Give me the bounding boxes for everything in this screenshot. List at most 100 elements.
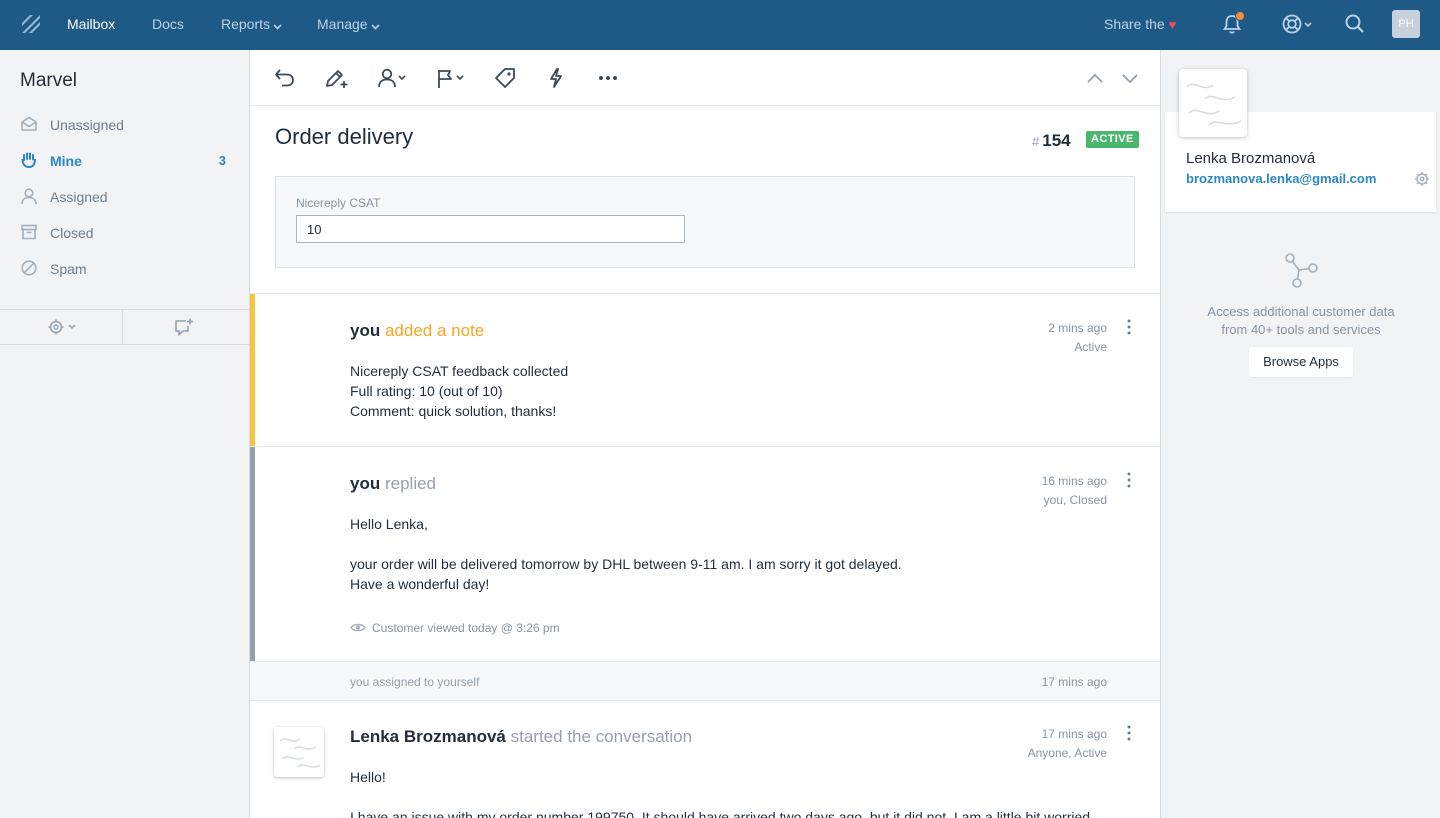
logo-icon[interactable] <box>20 13 42 35</box>
browse-apps-button[interactable]: Browse Apps <box>1249 347 1353 377</box>
customer-avatar[interactable] <box>1179 69 1247 137</box>
more-vertical-icon[interactable] <box>1122 724 1136 742</box>
nav-docs[interactable]: Docs <box>152 16 184 32</box>
thread-time: 17 mins ago <box>1041 727 1107 741</box>
notification-dot <box>1235 11 1245 21</box>
user-avatar[interactable]: PH <box>1392 10 1420 38</box>
chevron-down-icon <box>273 17 282 33</box>
viewed-text: Customer viewed today @ 3:26 pm <box>372 621 560 635</box>
customer-email[interactable]: brozmanova.lenka@gmail.com <box>1186 171 1376 186</box>
settings-icon[interactable] <box>1414 171 1430 192</box>
thread-line: Full rating: 10 (out of 10) <box>350 383 503 399</box>
thread-line: your order will be delivered tomorrow by… <box>350 556 902 572</box>
nav-mailbox[interactable]: Mailbox <box>67 16 115 32</box>
conversation-toolbar <box>250 50 1160 106</box>
nav-reports[interactable]: Reports <box>221 16 282 33</box>
folder-label: Assigned <box>50 189 108 205</box>
hand-icon <box>20 151 38 169</box>
thread-author: you <box>350 321 381 340</box>
thread-author: you <box>350 474 381 493</box>
folder-label: Spam <box>50 261 87 277</box>
status-badge[interactable]: ACTIVE <box>1086 131 1139 148</box>
thread-line: Comment: quick solution, thanks! <box>350 403 557 419</box>
workflow-bolt-icon[interactable] <box>547 67 565 94</box>
search-icon[interactable] <box>1344 13 1366 40</box>
assign-person-icon[interactable] <box>377 67 409 94</box>
viewed-indicator: Customer viewed today @ 3:26 pm <box>350 621 560 636</box>
apps-integration-icon <box>1283 252 1321 295</box>
thread-customer: Lenka Brozmanová started the conversatio… <box>250 700 1160 818</box>
ban-icon <box>20 259 38 277</box>
folder-assigned[interactable]: Assigned <box>20 187 230 211</box>
folder-unassigned[interactable]: Unassigned <box>20 115 230 139</box>
custom-fields-box: Nicereply CSAT <box>275 176 1135 268</box>
new-conversation-icon[interactable] <box>174 318 194 341</box>
thread-accent-bar <box>250 294 255 447</box>
customer-sidebar: Lenka Brozmanová brozmanova.lenka@gmail.… <box>1160 50 1440 818</box>
apps-promo-text: Access additional customer data from 40+… <box>1161 303 1440 339</box>
thread-time: 2 mins ago <box>1048 321 1107 335</box>
tag-icon[interactable] <box>494 67 516 94</box>
thread-state: Active <box>1074 340 1107 354</box>
line-item-text: you assigned to yourself <box>350 675 480 689</box>
folder-count-badge: 3 <box>218 153 226 168</box>
thread-body: Hello Lenka, your order will be delivere… <box>350 514 902 594</box>
thread-line: Have a wonderful day! <box>350 576 490 592</box>
apps-promo-line: Access additional customer data <box>1207 304 1395 319</box>
thread-line: Hello Lenka, <box>350 516 428 532</box>
thread-header: you added a note <box>350 321 484 341</box>
thread-reply: you replied 16 mins ago you, Closed Hell… <box>250 446 1160 662</box>
person-icon <box>20 187 38 205</box>
thread-body: Nicereply CSAT feedback collected Full r… <box>350 361 568 421</box>
conversation-main: Order delivery #154 ACTIVE Nicereply CSA… <box>250 50 1160 818</box>
next-icon[interactable] <box>1121 67 1139 94</box>
custom-field-label: Nicereply CSAT <box>296 196 381 210</box>
settings-icon[interactable] <box>48 319 78 340</box>
ticket-number-value: 154 <box>1042 131 1071 150</box>
thread-time: 16 mins ago <box>1041 474 1107 488</box>
folder-closed[interactable]: Closed <box>20 223 230 247</box>
prev-icon[interactable] <box>1086 67 1104 94</box>
share-label: Share the <box>1104 16 1165 32</box>
mailbox-name[interactable]: Marvel <box>20 70 77 92</box>
folder-label: Unassigned <box>50 117 124 133</box>
note-pen-icon[interactable] <box>324 67 350 94</box>
customer-avatar[interactable] <box>274 727 324 777</box>
sidebar-tools <box>0 309 249 345</box>
thread-author[interactable]: Lenka Brozmanová <box>350 727 506 746</box>
folder-spam[interactable]: Spam <box>20 259 230 283</box>
mailbox-sidebar: Marvel Unassigned Mine 3 Assigned Closed… <box>0 50 250 818</box>
folder-mine[interactable]: Mine 3 <box>20 151 230 175</box>
thread-line: Nicereply CSAT feedback collected <box>350 363 569 379</box>
more-icon[interactable] <box>598 67 618 94</box>
undo-icon[interactable] <box>274 67 296 94</box>
thread-body: Hello! I have an issue with my order num… <box>350 767 1090 818</box>
ticket-hash: # <box>1032 134 1040 149</box>
share-link[interactable]: Share the ♥ <box>1104 16 1176 32</box>
top-navigation-bar: Mailbox Docs Reports Manage Share the ♥ … <box>0 0 1440 50</box>
thread-line: Hello! <box>350 769 386 785</box>
divider <box>122 310 123 344</box>
thread-action: added a note <box>384 321 485 340</box>
line-item-time: 17 mins ago <box>1041 675 1107 689</box>
thread-line: I have an issue with my order number 199… <box>350 809 1091 818</box>
more-vertical-icon[interactable] <box>1122 471 1136 489</box>
thread-header: Lenka Brozmanová started the conversatio… <box>350 727 692 747</box>
help-icon[interactable] <box>1282 13 1314 40</box>
folder-label: Mine <box>50 153 82 169</box>
nav-manage[interactable]: Manage <box>317 16 380 33</box>
thread-accent-bar <box>250 447 255 662</box>
customer-name[interactable]: Lenka Brozmanová <box>1186 150 1315 167</box>
more-vertical-icon[interactable] <box>1122 318 1136 336</box>
ticket-number: #154 <box>1032 131 1071 151</box>
thread-note: you added a note 2 mins ago Active Nicer… <box>250 293 1160 447</box>
heart-icon: ♥ <box>1168 17 1177 32</box>
nav-manage-label: Manage <box>317 16 368 32</box>
custom-field-input[interactable] <box>296 215 685 243</box>
conversation-subject[interactable]: Order delivery <box>275 124 413 150</box>
nav-reports-label: Reports <box>221 16 271 32</box>
envelope-open-icon <box>20 115 38 133</box>
flag-status-icon[interactable] <box>436 67 468 94</box>
thread-action: replied <box>384 474 437 493</box>
chevron-down-icon <box>371 17 380 33</box>
